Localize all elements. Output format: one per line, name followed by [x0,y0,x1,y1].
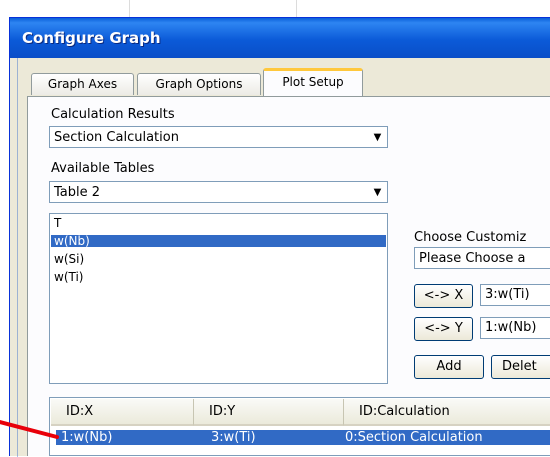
tab-plot-setup[interactable]: Plot Setup [263,68,363,96]
swap-y-label: <-> Y [424,321,463,336]
tab-graph-axes[interactable]: Graph Axes [31,73,134,95]
list-item-selected[interactable]: w(Nb) [51,235,386,247]
swap-x-button[interactable]: <-> X [414,284,473,308]
customize-select[interactable]: Please Choose a [414,247,550,269]
calculation-results-value: Section Calculation [54,130,179,145]
available-tables-select[interactable]: Table 2 ▼ [49,181,388,203]
plot-table[interactable]: ID:X ID:Y ID:Calculation 1:w(Nb) 3:w(Ti)… [49,397,550,456]
x-field[interactable]: 3:w(Ti) [480,284,550,306]
column-header-id-y[interactable]: ID:Y [194,399,344,426]
tab-graph-options[interactable]: Graph Options [137,73,261,95]
swap-y-button[interactable]: <-> Y [414,317,473,341]
cell-id-y: 3:w(Ti) [211,430,256,445]
window-frame [17,58,18,457]
choose-customize-label: Choose Customiz [414,230,527,245]
header-label: ID:Y [209,404,236,419]
cell-id-x: 1:w(Nb) [61,430,113,445]
header-label: ID:Calculation [359,404,450,419]
list-item[interactable]: w(Ti) [54,271,83,283]
calculation-results-select[interactable]: Section Calculation ▼ [49,126,388,148]
swap-x-label: <-> X [423,288,464,303]
table-columns-list[interactable]: T w(Nb) w(Si) w(Ti) [49,213,388,384]
available-tables-value: Table 2 [54,185,101,200]
title-bar[interactable]: Configure Graph [10,18,550,58]
delete-button[interactable]: Delet [491,355,550,379]
chevron-down-icon[interactable]: ▼ [369,128,386,146]
add-button[interactable]: Add [414,355,484,379]
column-header-id-x[interactable]: ID:X [51,399,194,426]
window-title: Configure Graph [22,29,161,47]
tab-label: Plot Setup [282,75,344,89]
table-row[interactable]: 1:w(Nb) 3:w(Ti) 0:Section Calculation [56,430,550,445]
chevron-down-icon[interactable]: ▼ [369,183,386,201]
available-tables-label: Available Tables [51,161,155,176]
tab-label: Graph Axes [47,77,118,91]
tab-label: Graph Options [155,77,243,91]
background-rule [296,0,297,17]
header-label: ID:X [66,404,94,419]
calculation-results-label: Calculation Results [51,107,175,122]
background-rule [129,0,130,17]
add-label: Add [436,359,462,374]
y-field[interactable]: 1:w(Nb) [480,317,550,339]
cell-id-calculation: 0:Section Calculation [345,430,483,445]
list-item[interactable]: w(Si) [54,253,84,265]
column-header-id-calculation[interactable]: ID:Calculation [344,399,550,426]
customize-select-value: Please Choose a [419,251,526,266]
delete-label: Delet [502,359,537,374]
list-item[interactable]: T [54,217,61,229]
